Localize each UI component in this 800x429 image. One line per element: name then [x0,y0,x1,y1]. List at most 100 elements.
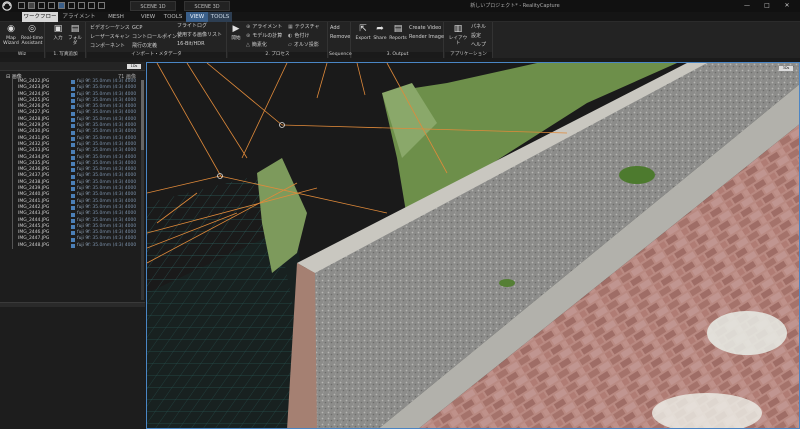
wizard-icon: ◉ [7,24,15,34]
enable-checkbox[interactable] [71,174,75,179]
start-button[interactable]: ▶ 開始 [229,24,243,41]
export-button[interactable]: ⇱ Export [354,24,372,41]
close-button[interactable]: ✕ [777,0,797,12]
texture-button[interactable]: ▦ テクスチャ [288,24,320,30]
enable-checkbox[interactable] [71,193,75,198]
settings-button[interactable]: 設定 [471,33,481,39]
tab-tools[interactable]: TOOLS [162,12,184,22]
enable-checkbox[interactable] [71,225,75,230]
scrollbar-thumb[interactable] [141,80,144,150]
layout-button[interactable]: ▥ レイアウト [447,24,469,46]
tab-view-3d[interactable]: VIEW [186,12,208,22]
enable-checkbox[interactable] [71,111,75,116]
tab-scene-3d[interactable]: SCENE 3D [184,1,230,11]
enable-checkbox[interactable] [71,212,75,217]
enable-checkbox[interactable] [71,237,75,242]
tab-mesh-model[interactable]: MESH MODEL [98,12,134,30]
sequence-add-button[interactable]: Add [330,25,340,31]
ortho-label: オルソ投影 [293,42,319,48]
quick-layout5-icon[interactable] [68,2,75,9]
enable-checkbox[interactable] [71,99,75,104]
file-meta: f: 35.0mm (4:3) 4000 [88,242,137,248]
enable-checkbox[interactable] [71,118,75,123]
calculate-model-button[interactable]: ⊛ モデルの計算 [246,33,282,39]
layout-icon: ▥ [453,24,463,34]
quick-layout8-icon[interactable] [98,2,105,9]
enable-checkbox[interactable] [71,136,75,141]
enable-checkbox[interactable] [71,168,75,173]
quick-layout3-icon[interactable] [48,2,55,9]
video-sequence-button[interactable]: ビデオシーケンス [90,25,130,31]
viewport-3d[interactable]: 3Ds [146,62,800,429]
quick-layout7-icon[interactable] [88,2,95,9]
panels-button[interactable]: パネル [471,24,486,30]
reports-button[interactable]: ▤ Reports [389,24,407,41]
enable-checkbox[interactable] [71,231,75,236]
enable-checkbox[interactable] [71,105,75,110]
folder-button[interactable]: ▤ フォルダ [66,24,84,46]
enable-checkbox[interactable] [71,80,75,85]
enable-checkbox[interactable] [71,86,75,91]
group-label-add-photos: 1. 写真追加 [46,52,85,58]
gcp-button[interactable]: GCP [132,25,142,31]
tab-view[interactable]: VIEW [138,12,158,22]
laser-scan-button[interactable]: レーザースキャン [90,34,130,40]
sequence-remove-button[interactable]: Remove [330,34,350,40]
enable-checkbox[interactable] [71,218,75,223]
group-output: ⇱ Export ➦ Share ▤ Reports Create Video … [352,22,444,58]
panel-view-badge[interactable]: 1Ds [127,64,141,69]
align-button[interactable]: ⊕ アライメント [246,24,282,30]
quick-save-icon[interactable] [18,2,25,9]
enable-checkbox[interactable] [71,162,75,167]
group-label-sequence: Sequence [329,52,352,58]
enable-checkbox[interactable] [71,124,75,129]
image-panel-header: 1Ds [0,62,145,71]
list-item[interactable]: IMG_2448.JPG fuji 9 f: 35.0mm (4:3) 4000 [0,242,145,250]
map-wizard-button[interactable]: ◉ Map Wizard [2,24,20,46]
component-button[interactable]: コンポーネント [90,43,125,49]
enable-checkbox[interactable] [71,187,75,192]
tab-scene-1d[interactable]: SCENE 1D [130,1,176,11]
quick-layout4-icon[interactable] [58,2,65,9]
create-video-button[interactable]: Create Video [409,25,441,31]
colorize-label: 色付け [294,33,310,39]
enable-checkbox[interactable] [71,92,75,97]
colorize-button[interactable]: ◐ 色付け [288,33,309,39]
ortho-projection-button[interactable]: ▱ オルソ投影 [288,42,319,48]
enable-checkbox[interactable] [71,199,75,204]
simplify-button[interactable]: △ 簡素化 [246,42,267,48]
enable-checkbox[interactable] [71,244,75,249]
panel-divider[interactable] [0,302,145,307]
tab-alignment[interactable]: アライメント [62,12,96,22]
mesh-hole [707,311,787,355]
quick-layout2-icon[interactable] [38,2,45,9]
start-label: 開始 [231,36,241,41]
quick-layout-icon[interactable] [28,2,35,9]
share-button[interactable]: ➦ Share [372,24,388,41]
help-button[interactable]: ヘルプ [471,42,486,48]
quick-layout6-icon[interactable] [78,2,85,9]
render-image-button[interactable]: Render Image [409,34,444,40]
tab-tools-3d[interactable]: TOOLS [208,12,232,22]
enable-checkbox[interactable] [71,181,75,186]
viewport-view-badge[interactable]: 3Ds [779,66,793,71]
control-point-button[interactable]: コントロールポイント [132,34,182,40]
flight-definition-button[interactable]: 飛行の定義 [132,43,157,49]
tab-workflow[interactable]: ワークフロー [22,12,58,22]
enable-checkbox[interactable] [71,143,75,148]
group-import-metadata: ビデオシーケンス レーザースキャン コンポーネント GCP コントロールポイント… [87,22,227,58]
flight-log-button[interactable]: フライトログ [177,23,207,29]
enable-checkbox[interactable] [71,155,75,160]
share-label: Share [373,36,387,41]
realtime-assistant-button[interactable]: ◎ Real-time Assistant [20,24,44,46]
scene-render[interactable] [147,63,800,429]
enable-checkbox[interactable] [71,206,75,211]
enable-checkbox[interactable] [71,130,75,135]
minimize-button[interactable]: — [737,0,757,12]
maximize-button[interactable]: □ [757,0,777,12]
image-list-button[interactable]: 使用する画像リスト [177,32,222,38]
enable-checkbox[interactable] [71,149,75,154]
image-list-scrollbar[interactable] [141,80,144,300]
hdr-button[interactable]: 16-Bit/HDR [177,41,205,47]
input-button[interactable]: ▣ 入力 [50,24,66,41]
